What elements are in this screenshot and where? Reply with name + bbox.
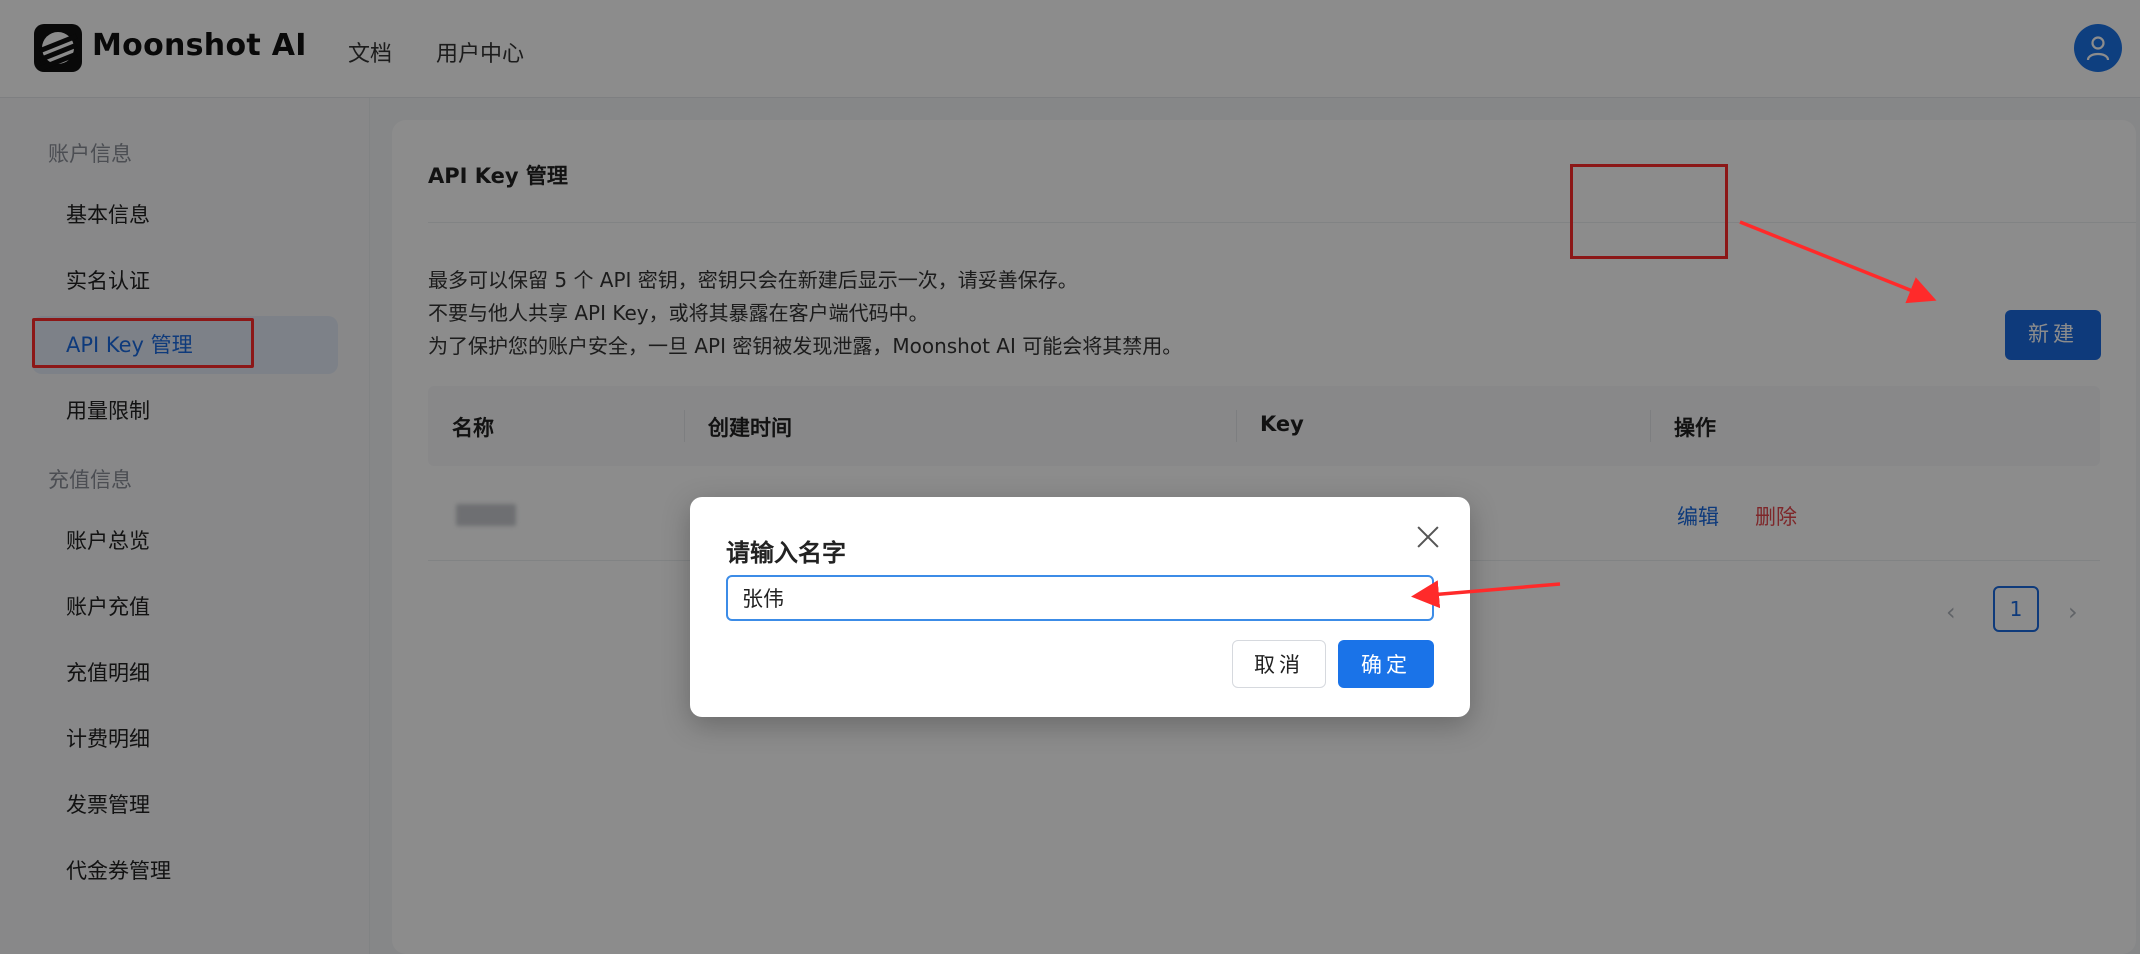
dialog-title: 请输入名字 [726, 539, 846, 567]
cancel-button[interactable]: 取消 [1232, 640, 1326, 688]
close-icon[interactable] [1414, 523, 1442, 551]
modal-backdrop[interactable] [0, 0, 2140, 954]
name-input-dialog: 请输入名字 取消 确定 [690, 497, 1470, 717]
name-input[interactable] [726, 575, 1434, 621]
confirm-button[interactable]: 确定 [1338, 640, 1434, 688]
